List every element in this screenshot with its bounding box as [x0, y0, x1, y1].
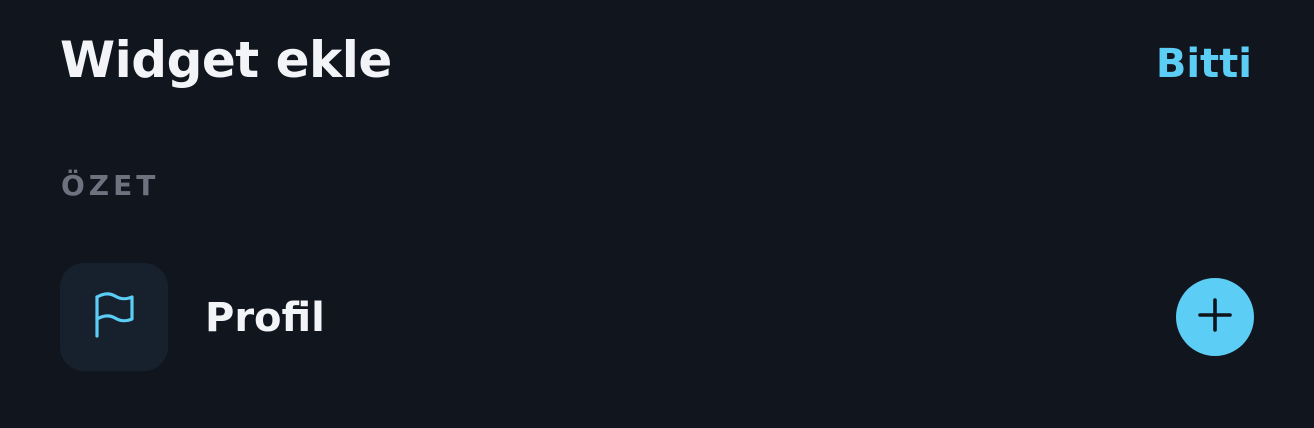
- page-title: Widget ekle: [60, 31, 392, 89]
- flag-icon: [92, 292, 136, 342]
- widget-item-profile: Profil: [60, 263, 1254, 371]
- section-header-summary: ÖZET: [61, 169, 160, 202]
- widget-label: Profil: [205, 295, 325, 341]
- add-widget-button[interactable]: [1176, 278, 1254, 356]
- done-button[interactable]: Bitti: [1156, 36, 1252, 92]
- widget-icon-container: [60, 263, 168, 371]
- plus-icon: [1197, 297, 1233, 337]
